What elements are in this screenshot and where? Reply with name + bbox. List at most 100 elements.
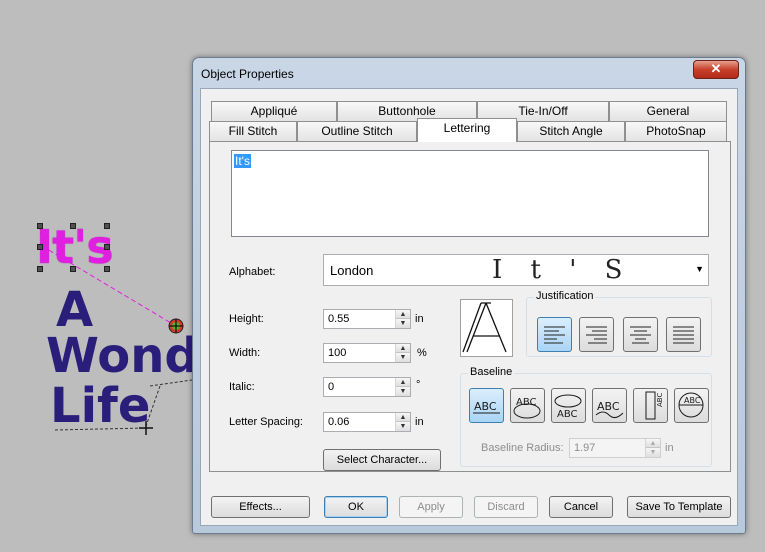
- glyph-preview: [460, 299, 513, 357]
- letter-spacing-unit: in: [415, 416, 424, 428]
- baseline-group: Baseline ABC ABC ABC ABC ABC ABC Baselin…: [460, 366, 712, 467]
- justify-center-button[interactable]: [623, 317, 658, 352]
- apply-button[interactable]: Apply: [399, 496, 463, 518]
- discard-button[interactable]: Discard: [474, 496, 538, 518]
- baseline-label: Baseline: [468, 366, 515, 378]
- align-justify-icon: [673, 326, 694, 344]
- selection-handle[interactable]: [104, 223, 110, 229]
- baseline-circle-button[interactable]: ABC: [551, 388, 586, 423]
- dialog-client-area: Appliqué Buttonhole Tie-In/Off General F…: [200, 88, 738, 526]
- baseline-radius-stepper[interactable]: 1.97 ▲ ▼: [569, 438, 661, 458]
- width-stepper[interactable]: 100 ▲ ▼: [323, 343, 411, 363]
- spin-up-icon[interactable]: ▲: [396, 310, 410, 319]
- selection-handle[interactable]: [37, 244, 43, 250]
- tab-applique[interactable]: Appliqué: [211, 101, 337, 121]
- tab-label: General: [646, 104, 690, 118]
- lettering-tab-panel: It's Alphabet: London I t ' S ▼ Height: …: [209, 141, 731, 472]
- spin-down-icon[interactable]: ▼: [396, 319, 410, 328]
- height-stepper[interactable]: 0.55 ▲ ▼: [323, 309, 411, 329]
- baseline-circle-icon: ABC: [554, 394, 582, 420]
- tab-outline-stitch[interactable]: Outline Stitch: [297, 121, 417, 141]
- baseline-wave-icon: ABC: [595, 400, 624, 419]
- spin-down-icon[interactable]: ▼: [646, 448, 660, 457]
- selection-handle[interactable]: [70, 223, 76, 229]
- justify-right-button[interactable]: [579, 317, 614, 352]
- spin-up-icon[interactable]: ▲: [396, 378, 410, 387]
- baseline-vertical-icon: ABC: [645, 391, 664, 420]
- selection-handle[interactable]: [37, 223, 43, 229]
- italic-label: Italic:: [229, 381, 255, 393]
- italic-unit: °: [416, 379, 421, 391]
- ok-button[interactable]: OK: [324, 496, 388, 518]
- tab-fill-stitch[interactable]: Fill Stitch: [209, 121, 297, 141]
- alphabet-value: London: [330, 263, 374, 278]
- justify-full-button[interactable]: [666, 317, 701, 352]
- tab-stitch-angle[interactable]: Stitch Angle: [517, 121, 625, 141]
- save-to-template-button[interactable]: Save To Template: [627, 496, 731, 518]
- width-value: 100: [328, 347, 347, 359]
- spin-down-icon[interactable]: ▼: [396, 353, 410, 362]
- alphabet-label: Alphabet:: [229, 266, 276, 278]
- align-right-icon: [586, 326, 607, 344]
- letter-spacing-label: Letter Spacing:: [229, 416, 303, 428]
- close-icon: ✕: [710, 61, 722, 76]
- tab-general[interactable]: General: [609, 101, 727, 121]
- wonderful-lettering[interactable]: Wond: [46, 328, 199, 384]
- selection-handle[interactable]: [104, 244, 110, 250]
- height-label: Height:: [229, 313, 264, 325]
- object-properties-dialog: Object Properties ✕ Appliqué Buttonhole …: [192, 57, 746, 534]
- baseline-arc-top-button[interactable]: ABC: [510, 388, 545, 423]
- baseline-arc-top-icon: ABC: [513, 397, 541, 419]
- baseline-circle-vertical-button[interactable]: ABC: [674, 388, 709, 423]
- tab-label: Lettering: [443, 121, 491, 135]
- dropdown-arrow-icon: ▼: [695, 264, 704, 274]
- selection-handle[interactable]: [70, 266, 76, 272]
- effects-button[interactable]: Effects...: [211, 496, 310, 518]
- baseline-straight-icon: ABC: [473, 400, 500, 414]
- justify-left-button[interactable]: [537, 317, 572, 352]
- width-label: Width:: [229, 347, 261, 359]
- spin-down-icon[interactable]: ▼: [396, 422, 410, 431]
- svg-text:ABC: ABC: [597, 400, 620, 413]
- svg-text:ABC: ABC: [684, 396, 701, 405]
- letter-spacing-stepper[interactable]: 0.06 ▲ ▼: [323, 412, 411, 432]
- justification-label: Justification: [534, 290, 596, 302]
- dialog-titlebar[interactable]: Object Properties ✕: [193, 58, 745, 88]
- svg-text:ABC: ABC: [557, 409, 578, 420]
- alphabet-dropdown[interactable]: London I t ' S ▼: [323, 254, 709, 286]
- tab-label: PhotoSnap: [646, 124, 706, 138]
- spin-buttons: ▲ ▼: [395, 344, 410, 362]
- select-character-button[interactable]: Select Character...: [323, 449, 441, 471]
- selection-handle[interactable]: [37, 266, 43, 272]
- baseline-straight-button[interactable]: ABC: [469, 388, 504, 423]
- svg-text:ABC: ABC: [516, 397, 537, 408]
- baseline-wave-button[interactable]: ABC: [592, 388, 627, 423]
- lettering-text-input[interactable]: It's: [231, 150, 709, 237]
- height-value: 0.55: [328, 313, 350, 325]
- tab-photosnap[interactable]: PhotoSnap: [625, 121, 727, 141]
- align-center-icon: [630, 326, 651, 344]
- spin-buttons: ▲ ▼: [395, 378, 410, 396]
- baseline-radius-unit: in: [665, 442, 674, 454]
- close-button[interactable]: ✕: [693, 60, 739, 79]
- spin-up-icon[interactable]: ▲: [646, 439, 660, 448]
- spin-up-icon[interactable]: ▲: [396, 413, 410, 422]
- baseline-radius-value: 1.97: [574, 442, 596, 454]
- justification-group: Justification: [526, 290, 712, 357]
- dialog-title: Object Properties: [201, 67, 294, 81]
- align-left-icon: [544, 326, 565, 344]
- italic-value: 0: [328, 381, 335, 393]
- baseline-vertical-button[interactable]: ABC: [633, 388, 668, 423]
- alphabet-preview: I t ' S: [492, 255, 633, 285]
- width-unit: %: [417, 347, 427, 359]
- svg-text:ABC: ABC: [474, 400, 497, 413]
- cancel-button[interactable]: Cancel: [549, 496, 613, 518]
- tab-lettering[interactable]: Lettering: [417, 118, 517, 142]
- spin-up-icon[interactable]: ▲: [396, 344, 410, 353]
- baseline-circle-vertical-icon: ABC: [678, 392, 704, 418]
- glyph-a-icon: [462, 302, 507, 353]
- italic-stepper[interactable]: 0 ▲ ▼: [323, 377, 411, 397]
- selection-handle[interactable]: [104, 266, 110, 272]
- life-lettering[interactable]: Life: [50, 378, 150, 434]
- spin-down-icon[interactable]: ▼: [396, 387, 410, 396]
